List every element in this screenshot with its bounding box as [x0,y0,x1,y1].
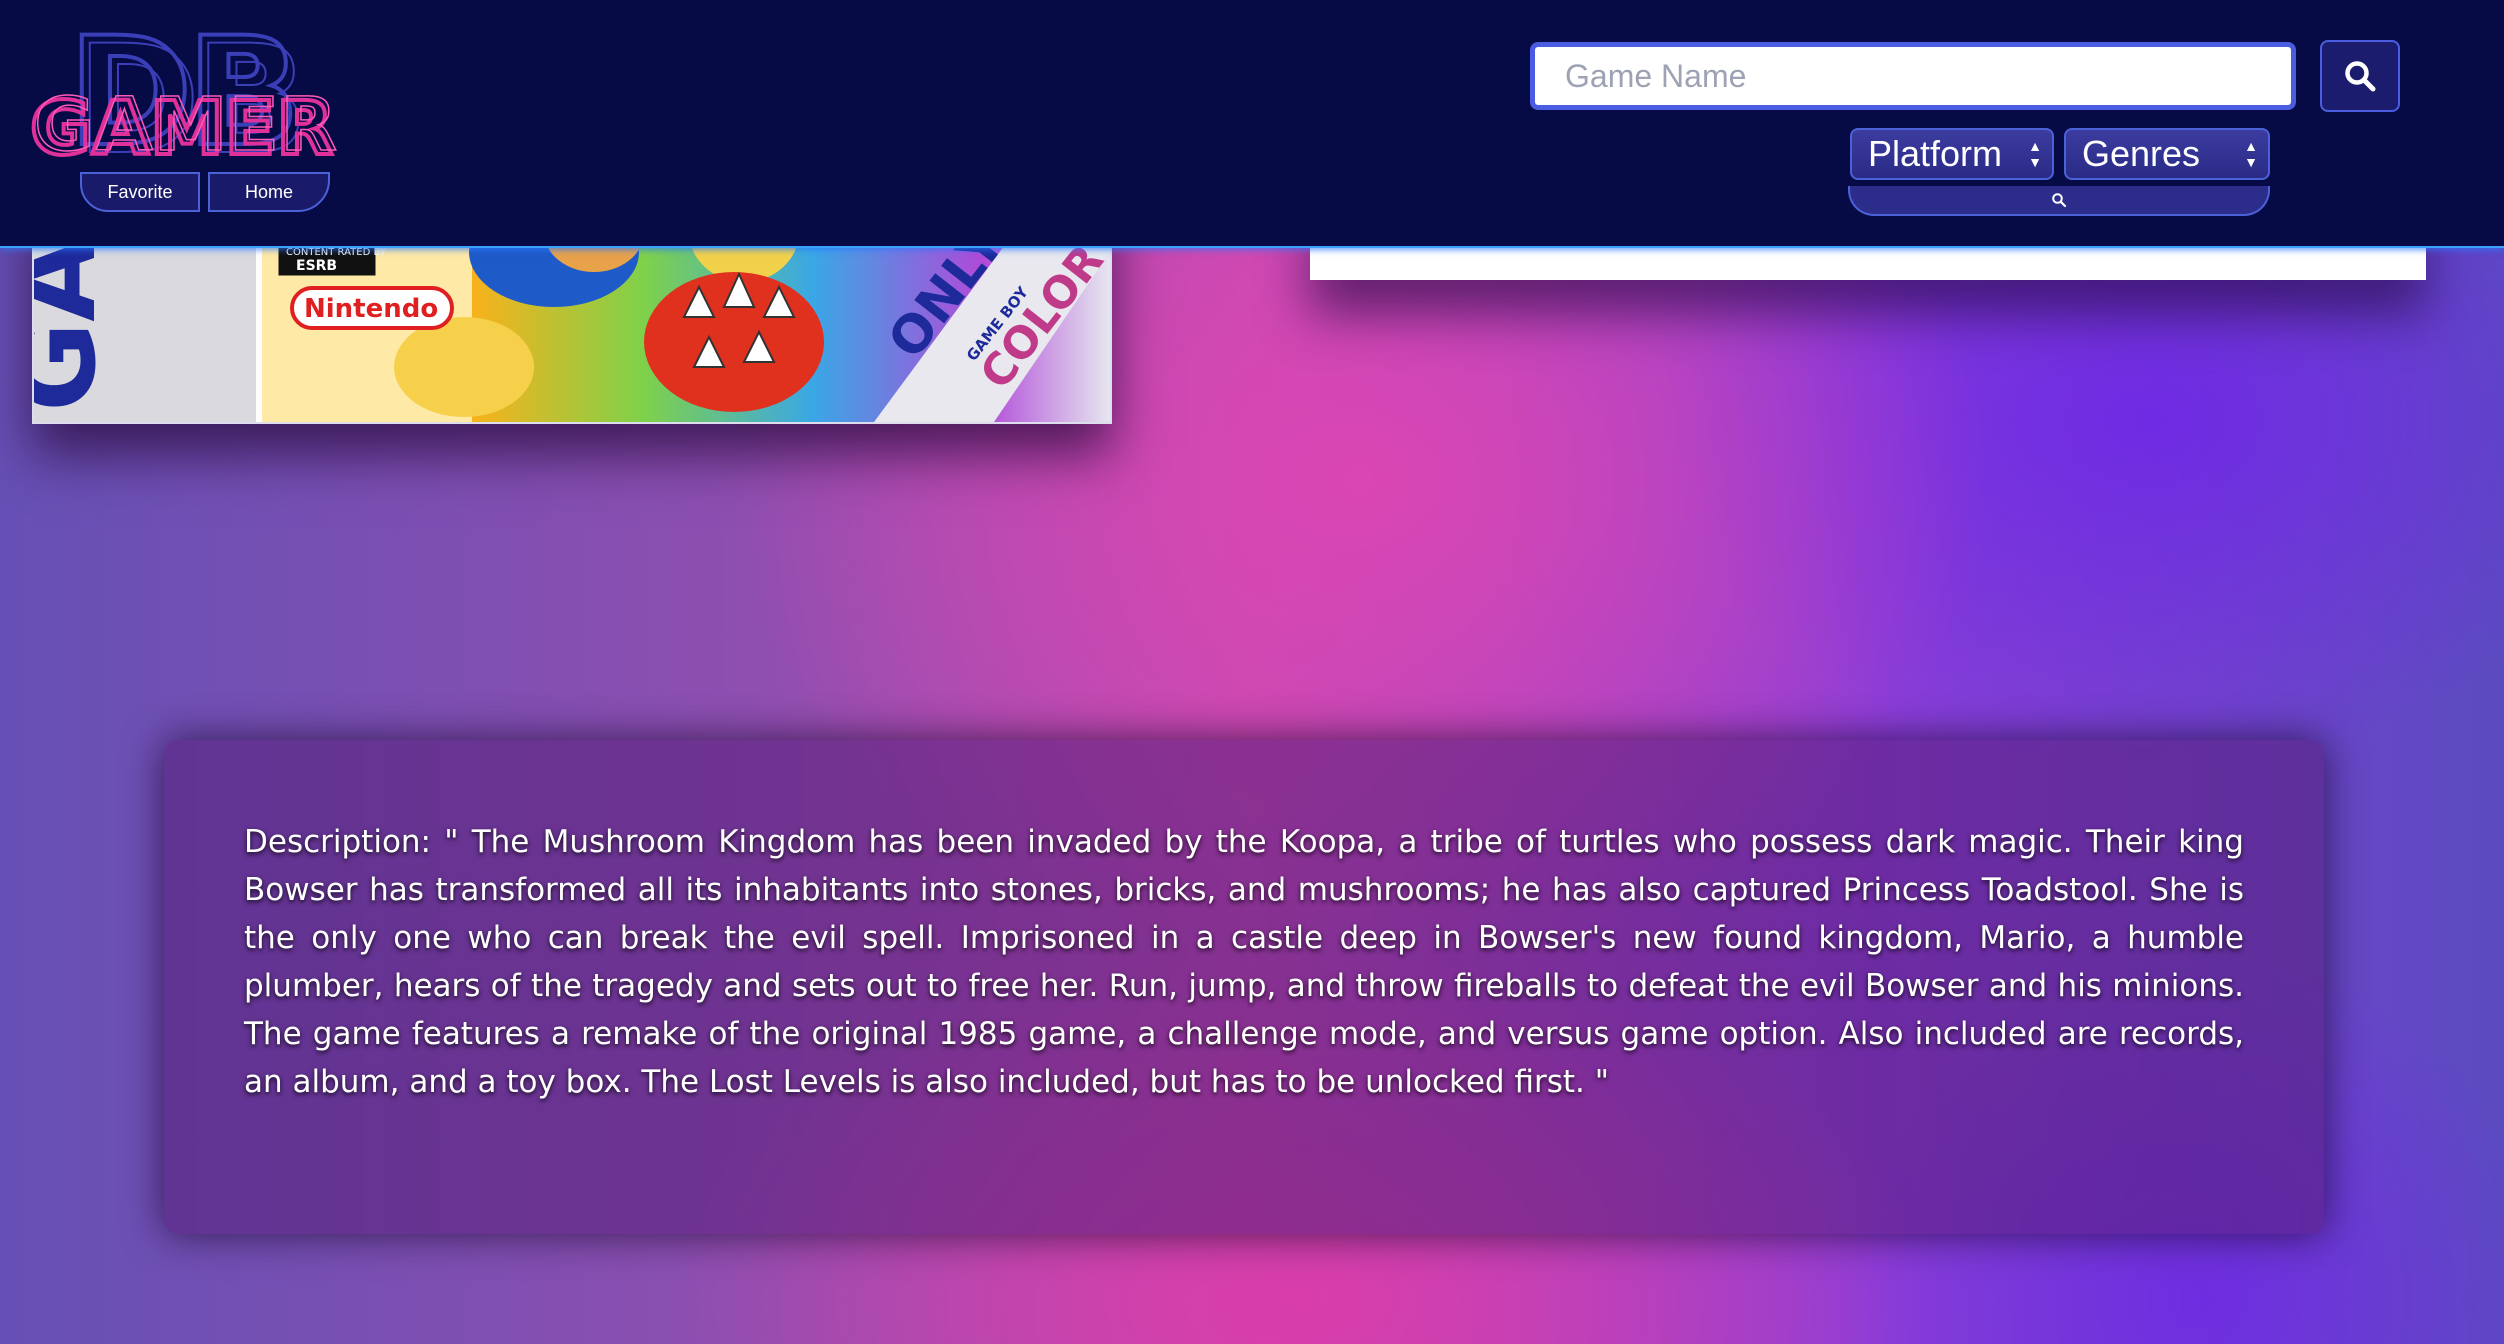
site-logo[interactable]: DB DB GAMER GAMER [28,22,398,172]
filter-search-button[interactable] [1848,186,2270,216]
game-description-card: Description: " The Mushroom Kingdom has … [164,740,2324,1234]
esrb-caption-top: CONTENT RATED BY [286,247,387,258]
platform-select-value: Platform [1868,133,2003,174]
search-icon [2345,61,2376,92]
nav-tab-favorite-label: Favorite [107,181,173,202]
nav-tab-favorite[interactable]: Favorite [80,172,200,212]
select-arrows-icon: ▲ ▼ [2028,138,2042,170]
genres-select[interactable]: Genres ▲ ▼ [2064,128,2270,180]
site-header: DB DB GAMER GAMER Favorite Home Platform… [0,0,2504,248]
search-icon [2052,193,2067,208]
nav-tab-home[interactable]: Home [208,172,330,212]
game-description-text: Description: " The Mushroom Kingdom has … [244,824,2244,1100]
nav-tab-home-label: Home [244,181,293,202]
search-button[interactable] [2320,40,2400,112]
game-name-search-input[interactable] [1530,42,2296,110]
nintendo-logo-text: Nintendo [304,294,438,324]
select-arrows-icon: ▲ ▼ [2244,138,2258,170]
genres-select-value: Genres [2082,133,2201,174]
logo-gamer-outline: GAMER [34,82,338,168]
platform-select[interactable]: Platform ▲ ▼ [1850,128,2054,180]
cover-spine-text: GA [34,237,120,412]
esrb-caption-bottom: ESRB [296,258,337,274]
